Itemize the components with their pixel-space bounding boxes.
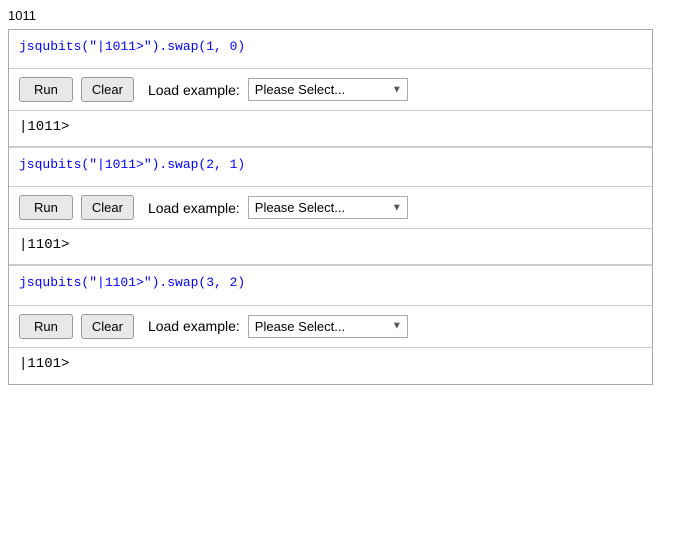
load-example-label-1: Load example: bbox=[148, 82, 240, 98]
controls-row-2: Run Clear Load example: Please Select... bbox=[9, 187, 652, 229]
output-1: |1011> bbox=[9, 111, 652, 147]
run-button-1[interactable]: Run bbox=[19, 77, 73, 102]
run-button-3[interactable]: Run bbox=[19, 314, 73, 339]
load-example-select-2[interactable]: Please Select... bbox=[248, 196, 408, 219]
load-example-select-1[interactable]: Please Select... bbox=[248, 78, 408, 101]
block-2: Run Clear Load example: Please Select...… bbox=[9, 148, 652, 266]
controls-row-1: Run Clear Load example: Please Select... bbox=[9, 69, 652, 111]
clear-button-2[interactable]: Clear bbox=[81, 195, 134, 220]
controls-row-3: Run Clear Load example: Please Select... bbox=[9, 306, 652, 348]
page-title: 1011 bbox=[8, 8, 677, 23]
select-wrapper-2: Please Select... bbox=[248, 196, 408, 219]
code-input-3[interactable] bbox=[19, 274, 642, 292]
code-area-3[interactable] bbox=[9, 266, 652, 305]
output-2: |1101> bbox=[9, 229, 652, 265]
select-wrapper-1: Please Select... bbox=[248, 78, 408, 101]
block-3: Run Clear Load example: Please Select...… bbox=[9, 266, 652, 383]
load-example-label-2: Load example: bbox=[148, 200, 240, 216]
output-3: |1101> bbox=[9, 348, 652, 384]
block-1: Run Clear Load example: Please Select...… bbox=[9, 30, 652, 148]
outer-box: Run Clear Load example: Please Select...… bbox=[8, 29, 653, 385]
code-input-1[interactable] bbox=[19, 38, 642, 56]
select-wrapper-3: Please Select... bbox=[248, 315, 408, 338]
code-input-2[interactable] bbox=[19, 156, 642, 174]
load-example-select-3[interactable]: Please Select... bbox=[248, 315, 408, 338]
code-area-1[interactable] bbox=[9, 30, 652, 69]
clear-button-3[interactable]: Clear bbox=[81, 314, 134, 339]
code-area-2[interactable] bbox=[9, 148, 652, 187]
run-button-2[interactable]: Run bbox=[19, 195, 73, 220]
clear-button-1[interactable]: Clear bbox=[81, 77, 134, 102]
load-example-label-3: Load example: bbox=[148, 318, 240, 334]
